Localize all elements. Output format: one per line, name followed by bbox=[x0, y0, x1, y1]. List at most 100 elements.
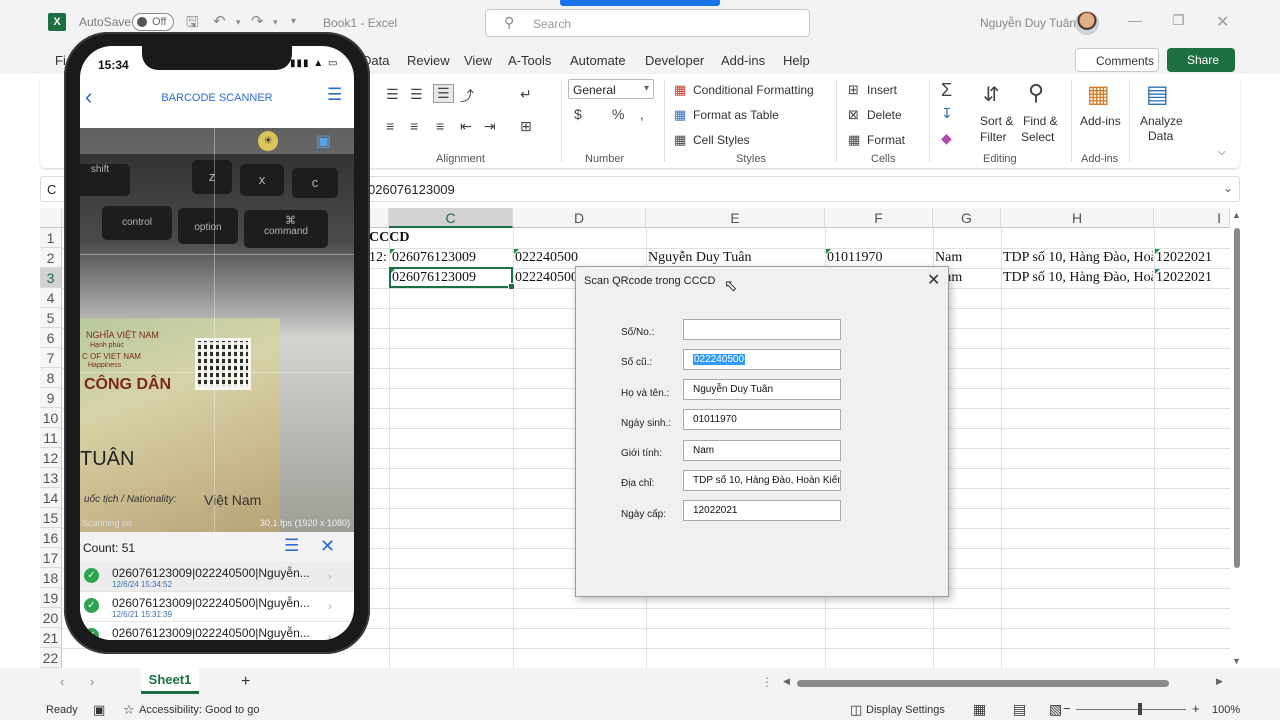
format-button[interactable]: Format bbox=[867, 133, 905, 147]
cell-i3[interactable]: 12022021 bbox=[1156, 268, 1230, 288]
active-cell-selection[interactable] bbox=[389, 267, 515, 290]
row-header[interactable]: 3 bbox=[40, 268, 62, 288]
row-header[interactable]: 14 bbox=[40, 488, 62, 508]
display-settings-button[interactable]: Display Settings bbox=[866, 704, 945, 716]
increase-indent-icon[interactable]: ⇥ bbox=[484, 118, 496, 135]
scroll-left-icon[interactable]: ◀ bbox=[783, 676, 790, 687]
column-header-i[interactable]: I bbox=[1154, 208, 1230, 228]
row-header[interactable]: 11 bbox=[40, 428, 62, 448]
align-middle-icon[interactable]: ☰ bbox=[410, 86, 423, 103]
name-box[interactable]: C bbox=[47, 182, 56, 197]
next-sheet-icon[interactable]: › bbox=[90, 674, 94, 689]
menu-help[interactable]: Help bbox=[783, 53, 810, 68]
scrollbar-thumb[interactable] bbox=[1234, 228, 1240, 568]
merge-center-icon[interactable]: ⊞ bbox=[520, 118, 532, 135]
insert-button[interactable]: Insert bbox=[867, 83, 897, 97]
row-header[interactable]: 22 bbox=[40, 648, 62, 668]
zoom-slider[interactable] bbox=[1076, 709, 1186, 710]
row-header[interactable]: 12 bbox=[40, 448, 62, 468]
list-item[interactable]: ✓ 026076123009|022240500|Nguyễn... 12/6/… bbox=[80, 562, 354, 592]
decrease-indent-icon[interactable]: ⇤ bbox=[460, 118, 472, 135]
so-input[interactable] bbox=[683, 319, 841, 340]
analyze-data-label-1[interactable]: Analyze bbox=[1140, 114, 1183, 128]
customize-qat-icon[interactable]: ▾ bbox=[291, 16, 296, 27]
dia-chi-input[interactable]: TDP số 10, Hàng Đào, Hoàn Kiếm bbox=[683, 470, 841, 491]
comments-button[interactable]: Comments bbox=[1075, 48, 1159, 72]
row-header[interactable]: 5 bbox=[40, 308, 62, 328]
undo-dropdown-icon[interactable]: ▾ bbox=[236, 17, 241, 28]
row-header[interactable]: 6 bbox=[40, 328, 62, 348]
menu-review[interactable]: Review bbox=[407, 53, 450, 68]
sort-filter-label-1[interactable]: Sort & bbox=[980, 114, 1013, 128]
menu-icon[interactable]: ☰ bbox=[327, 85, 342, 105]
comma-style-icon[interactable]: , bbox=[640, 106, 644, 122]
normal-view-icon[interactable]: ▦ bbox=[973, 701, 986, 718]
menu-developer[interactable]: Developer bbox=[645, 53, 704, 68]
redo-icon[interactable]: ↷ bbox=[251, 12, 264, 30]
scroll-up-icon[interactable]: ▲ bbox=[1232, 210, 1241, 220]
add-sheet-icon[interactable]: + bbox=[241, 673, 250, 691]
share-button[interactable]: Share bbox=[1167, 48, 1235, 72]
align-right-icon[interactable]: ≡ bbox=[436, 118, 444, 134]
row-header[interactable]: 2 bbox=[40, 248, 62, 268]
so-cu-input[interactable]: 022240500 bbox=[683, 349, 841, 370]
analyze-data-label-2[interactable]: Data bbox=[1148, 129, 1173, 143]
more-options-icon[interactable]: ⋮ bbox=[761, 675, 773, 689]
scroll-down-icon[interactable]: ▼ bbox=[1232, 656, 1241, 666]
column-header-h[interactable]: H bbox=[1001, 208, 1154, 228]
vertical-scrollbar[interactable]: ▲ ▼ bbox=[1232, 208, 1242, 668]
number-format-select[interactable]: General ▾ bbox=[568, 79, 654, 99]
wrap-text-icon[interactable]: ↵ bbox=[520, 86, 532, 103]
collapse-ribbon-icon[interactable]: ⌵ bbox=[1218, 147, 1226, 158]
currency-icon[interactable]: $ bbox=[574, 106, 582, 122]
column-header-c[interactable]: C bbox=[389, 208, 513, 228]
percent-icon[interactable]: % bbox=[612, 106, 624, 122]
gioi-tinh-input[interactable]: Nam bbox=[683, 440, 841, 461]
restore-icon[interactable]: ❐ bbox=[1172, 12, 1185, 29]
row-header[interactable]: 1 bbox=[40, 228, 62, 248]
row-header[interactable]: 19 bbox=[40, 588, 62, 608]
prev-sheet-icon[interactable]: ‹ bbox=[60, 674, 64, 689]
accessibility-status[interactable]: Accessibility: Good to go bbox=[139, 704, 259, 716]
cell-h3[interactable]: TDP số 10, Hàng Đào, Hoàn Kiếm bbox=[1003, 268, 1153, 288]
row-header[interactable]: 21 bbox=[40, 628, 62, 648]
conditional-formatting-button[interactable]: Conditional Formatting bbox=[693, 83, 814, 97]
redo-dropdown-icon[interactable]: ▾ bbox=[273, 17, 278, 28]
row-header[interactable]: 7 bbox=[40, 348, 62, 368]
expand-formula-icon[interactable]: ⌄ bbox=[1223, 181, 1233, 195]
column-header-e[interactable]: E bbox=[646, 208, 825, 228]
dialog-close-icon[interactable]: ✕ bbox=[927, 270, 940, 290]
row-header[interactable]: 10 bbox=[40, 408, 62, 428]
cell-b1[interactable]: CCCD bbox=[369, 228, 449, 248]
close-icon[interactable]: ✕ bbox=[1216, 12, 1229, 32]
align-left-icon[interactable]: ≡ bbox=[386, 118, 394, 134]
align-bottom-icon[interactable]: ☰ bbox=[433, 84, 454, 103]
cell-c2[interactable]: 026076123009 bbox=[392, 248, 512, 268]
close-icon[interactable]: ✕ bbox=[320, 536, 335, 557]
cell-g2[interactable]: Nam bbox=[935, 248, 1000, 268]
user-name[interactable]: Nguyễn Duy Tuân bbox=[980, 16, 1076, 30]
cell-e2[interactable]: Nguyễn Duy Tuân bbox=[648, 248, 824, 268]
menu-add-ins[interactable]: Add-ins bbox=[721, 53, 765, 68]
row-header[interactable]: 18 bbox=[40, 568, 62, 588]
minimize-icon[interactable]: — bbox=[1128, 12, 1142, 28]
search-input[interactable]: ⚲ Search bbox=[485, 9, 810, 37]
zoom-out-icon[interactable]: − bbox=[1063, 701, 1071, 716]
cell-h2[interactable]: TDP số 10, Hàng Đào, Hoàn Kiếm bbox=[1003, 248, 1153, 268]
row-header[interactable]: 15 bbox=[40, 508, 62, 528]
undo-icon[interactable]: ↶ bbox=[213, 12, 226, 30]
delete-button[interactable]: Delete bbox=[867, 108, 902, 122]
cell-d2[interactable]: 022240500 bbox=[515, 248, 645, 268]
cell-styles-button[interactable]: Cell Styles bbox=[693, 133, 750, 147]
column-header-d[interactable]: D bbox=[513, 208, 646, 228]
format-as-table-button[interactable]: Format as Table bbox=[693, 108, 779, 122]
page-layout-icon[interactable]: ▤ bbox=[1013, 701, 1026, 718]
scroll-right-icon[interactable]: ▶ bbox=[1216, 676, 1223, 687]
cell-f2[interactable]: 01011970 bbox=[827, 248, 932, 268]
camera-switch-icon[interactable]: ▣ bbox=[316, 131, 331, 151]
sheet-tab[interactable]: Sheet1 bbox=[141, 668, 199, 694]
zoom-level[interactable]: 100% bbox=[1212, 704, 1240, 716]
align-top-icon[interactable]: ☰ bbox=[386, 86, 399, 103]
autosum-icon[interactable]: Σ bbox=[941, 80, 952, 101]
formula-input[interactable]: 026076123009 bbox=[368, 182, 455, 197]
